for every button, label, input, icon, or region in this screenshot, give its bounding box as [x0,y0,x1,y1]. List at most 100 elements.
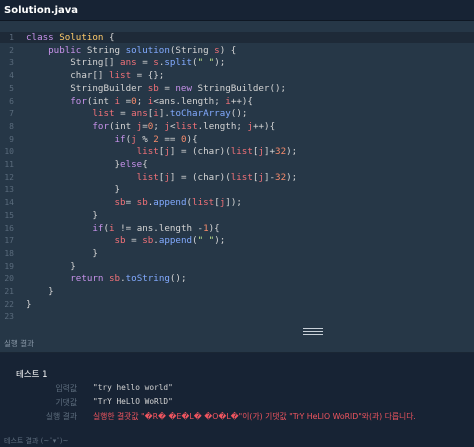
code-line[interactable]: 6 for(int i =0; i<ans.length; i++){ [0,96,474,107]
actual-row: 실행 결과 실행한 결괏값 "�R� �E�L� �O�L�"이(가) 기댓값 … [0,411,474,423]
input-row: 입력값 "try hello world" [0,383,474,395]
expected-label: 기댓값 [55,398,77,407]
code-line[interactable]: 3 String[] ans = s.split(" "); [0,57,474,68]
code-token: toString [125,273,170,285]
code-token: list [92,108,115,120]
code-token: ++){ [252,120,276,132]
line-number: 1 [9,33,14,42]
line-number: 20 [4,274,14,284]
test-case-title: 테스트 1 [16,370,48,380]
code-token: ans [120,57,137,69]
input-value: "try hello world" [93,383,173,392]
code-token: ); [214,235,226,247]
code-token: " " [197,57,215,69]
code-line[interactable]: 5 StringBuilder sb = new StringBuilder()… [0,83,474,94]
code-token: 32 [275,146,287,158]
code-text: sb= sb.append(list[j]); [26,197,242,208]
code-line[interactable]: 20 return sb.toString(); [0,273,474,284]
code-text: } [26,210,98,221]
code-token: ans [131,108,148,120]
line-number: 17 [4,236,14,246]
code-line[interactable]: 23 [0,311,474,322]
code-token: if [92,222,104,234]
code-token: } [26,209,98,221]
code-line[interactable]: 15 } [0,210,474,221]
code-line[interactable]: 1 class Solution { [0,32,474,43]
code-text: } [26,184,121,195]
code-token: (); [230,108,248,120]
code-token: (String [169,44,215,56]
code-token: list [175,120,198,132]
code-token: else [120,159,143,170]
code-text: } [26,286,54,297]
code-text: char[] list = {}; [26,70,164,81]
tab-solution-java[interactable]: Solution.java [0,0,87,20]
code-line[interactable]: 21 } [0,286,474,297]
code-token: for [92,120,109,132]
code-line[interactable]: 9 if(j % 2 == 0){ [0,134,474,145]
code-line[interactable]: 22} [0,299,474,310]
code-token: char[] [26,70,109,82]
drag-handle-icon[interactable] [303,328,323,335]
code-token: ) { [219,44,237,56]
code-token: sb [142,235,154,247]
code-text: StringBuilder sb = new StringBuilder(); [26,83,286,94]
code-line[interactable]: 13 } [0,184,474,195]
code-line[interactable]: 12 list[j] = (char)(list[j]-32); [0,172,474,183]
code-token: public [48,44,87,56]
code-token: ){ [186,133,198,145]
line-number: 15 [4,210,14,220]
code-token: 32 [275,171,287,183]
code-line[interactable]: 19 } [0,261,474,272]
code-token: split [164,57,193,69]
code-token: list [230,146,253,158]
actual-value: 실행한 결괏값 "�R� �E�L� �O�L�"이(가) 기댓값 "TrY H… [93,412,416,421]
code-token: } [26,260,76,272]
line-number: 23 [4,312,14,322]
code-token: class [26,32,60,43]
code-token: for [70,95,87,107]
code-token: { [142,159,148,170]
code-line[interactable]: 2 public String solution(String s) { [0,45,474,56]
code-text: class Solution { [26,32,115,43]
code-line[interactable]: 14 sb= sb.append(list[j]); [0,197,474,208]
code-token: sb [114,197,126,209]
code-token: { [214,222,220,234]
line-number: 14 [4,198,14,208]
code-line[interactable]: 10 list[j] = (char)(list[j]+32); [0,146,474,157]
line-number: 16 [4,223,14,233]
code-text: return sb.toString(); [26,273,186,285]
code-token: } [26,247,98,259]
code-line[interactable]: 17 sb = sb.append(" "); [0,235,474,246]
code-line[interactable]: 11 }else{ [0,159,474,170]
code-text: if(i != ans.length -1){ [26,222,220,234]
code-token: sb [136,197,148,209]
code-line[interactable]: 18 } [0,248,474,259]
code-token: = [136,57,154,69]
code-text: } [26,248,98,259]
code-text: sb = sb.append(" "); [26,235,226,247]
code-token: = [120,95,132,107]
code-line[interactable]: 16 if(i != ans.length -1){ [0,223,474,234]
code-token: = [158,82,176,94]
actual-label: 실행 결과 [45,412,77,421]
code-token: ]); [225,197,242,209]
result-panel: 테스트 1 입력값 "try hello world" 기댓값 "TrY HeL… [0,353,474,447]
code-line[interactable]: 4 char[] list = {}; [0,70,474,81]
code-token: StringBuilder [26,82,148,94]
panel-splitter[interactable] [0,326,474,336]
line-number: 5 [9,83,14,93]
code-line[interactable]: 7 list = ans[i].toCharArray(); [0,108,474,119]
code-token: ; [153,120,165,132]
code-token: ] = (char)( [169,171,231,183]
code-line[interactable]: 8 for(int j=0; j<list.length; j++){ [0,121,474,132]
code-token: list [136,171,159,183]
code-token: .length; [197,120,248,132]
code-editor[interactable]: 1 class Solution { 2 public String solutio… [0,30,474,326]
line-number: 2 [9,45,14,55]
